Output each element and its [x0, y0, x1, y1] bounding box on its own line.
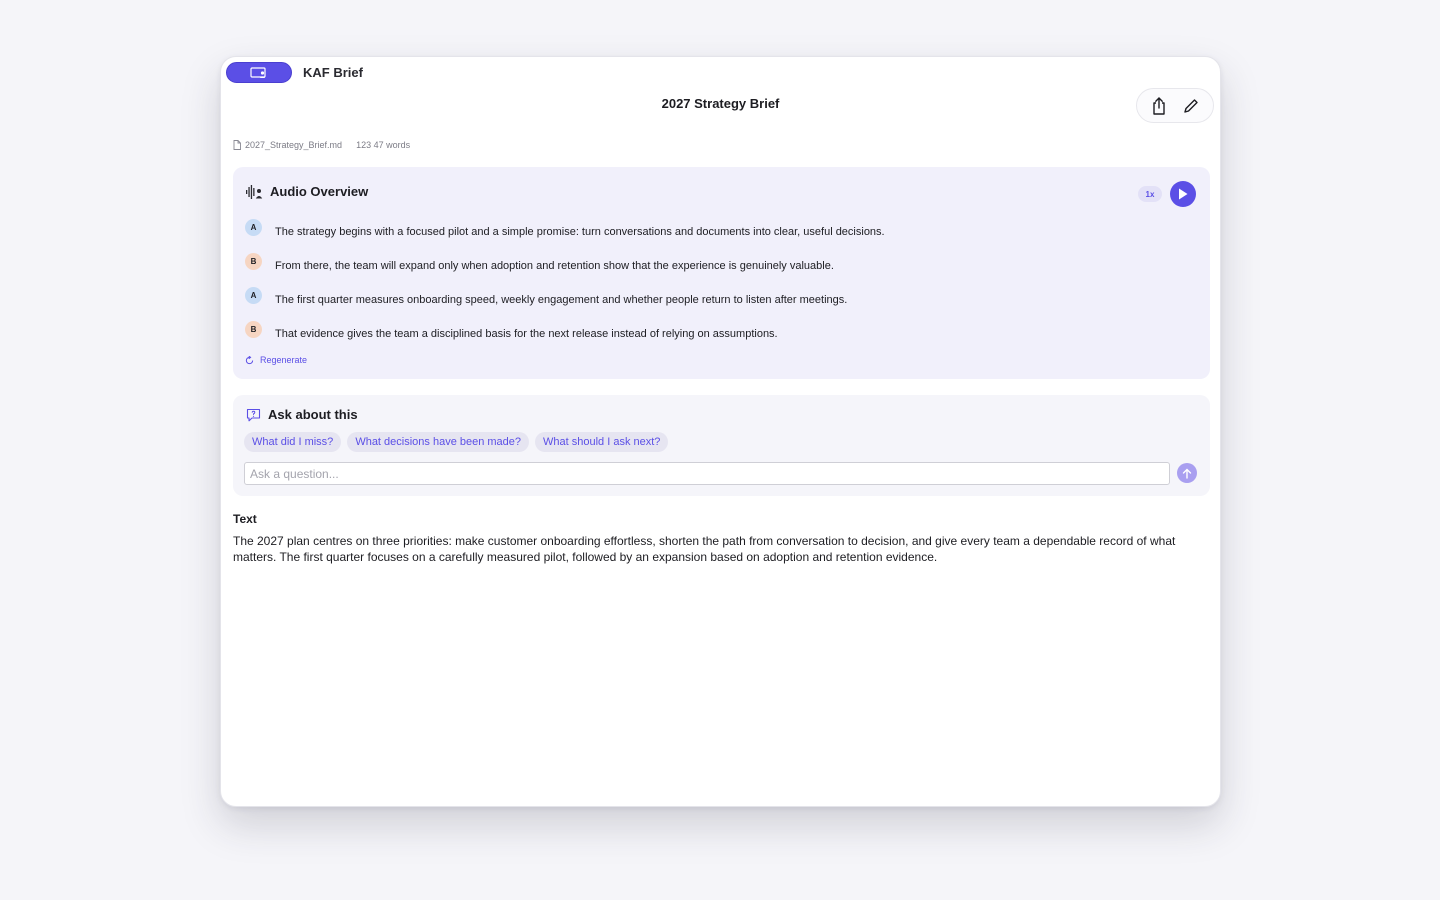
suggestion-chip[interactable]: What did I miss? [244, 432, 342, 452]
document-toolbar [1136, 88, 1214, 123]
document-meta: 2027_Strategy_Brief.md 123 47 words [233, 140, 410, 150]
file-icon [233, 140, 241, 150]
play-icon [1179, 188, 1188, 200]
transcript-turn: A The strategy begins with a focused pil… [245, 219, 885, 238]
speaker-badge: A [245, 287, 262, 304]
ask-title: Ask about this [268, 407, 358, 422]
pencil-icon [1184, 98, 1198, 113]
speaker-badge: B [245, 253, 262, 270]
ask-about-card: Ask about this What did I miss? What dec… [233, 395, 1210, 496]
transcript-text: That evidence gives the team a disciplin… [275, 328, 778, 340]
document-body-text: The 2027 plan centres on three prioritie… [233, 534, 1176, 564]
page-title: 2027 Strategy Brief [661, 96, 780, 111]
text-section-label: Text [233, 512, 257, 526]
transcript-turn: B From there, the team will expand only … [245, 253, 834, 272]
share-icon [1153, 96, 1165, 115]
app-name: KAF Brief [303, 65, 363, 80]
transcript-text: The first quarter measures onboarding sp… [275, 294, 848, 306]
file-name: 2027_Strategy_Brief.md [245, 140, 343, 150]
question-bubble-icon [246, 408, 261, 421]
regenerate-label: Regenerate [260, 355, 308, 365]
edit-button[interactable] [1177, 92, 1205, 120]
suggestion-chip[interactable]: What decisions have been made? [347, 432, 530, 452]
refresh-icon [245, 355, 254, 364]
audio-overview-card: Audio Overview 1x A The strategy begins … [233, 167, 1210, 379]
share-button[interactable] [1145, 92, 1173, 120]
transcript-turn: A The first quarter measures onboarding … [245, 287, 847, 306]
suggestion-chips: What did I miss? What decisions have bee… [244, 432, 669, 452]
speaker-badge: A [245, 219, 262, 236]
playback-speed-button[interactable]: 1x [1138, 186, 1162, 202]
transcript-text: From there, the team will expand only wh… [275, 260, 834, 272]
audio-waveform-icon [246, 184, 263, 199]
app-window: KAF Brief 2027 Strategy Brief 2027_Strat… [220, 56, 1221, 807]
app-switcher-button[interactable] [226, 62, 292, 83]
transcript-turn: B That evidence gives the team a discipl… [245, 321, 778, 340]
speaker-badge: B [245, 321, 262, 338]
question-input[interactable] [244, 462, 1170, 485]
word-count: 123 47 words [356, 140, 411, 150]
regenerate-button[interactable]: Regenerate [245, 355, 307, 365]
presenter-icon [250, 66, 266, 78]
arrow-up-icon [1182, 468, 1192, 479]
play-button[interactable] [1170, 181, 1196, 207]
send-button[interactable] [1177, 463, 1197, 483]
suggestion-chip[interactable]: What should I ask next? [535, 432, 669, 452]
audio-overview-title: Audio Overview [270, 184, 369, 199]
transcript-text: The strategy begins with a focused pilot… [275, 226, 885, 238]
